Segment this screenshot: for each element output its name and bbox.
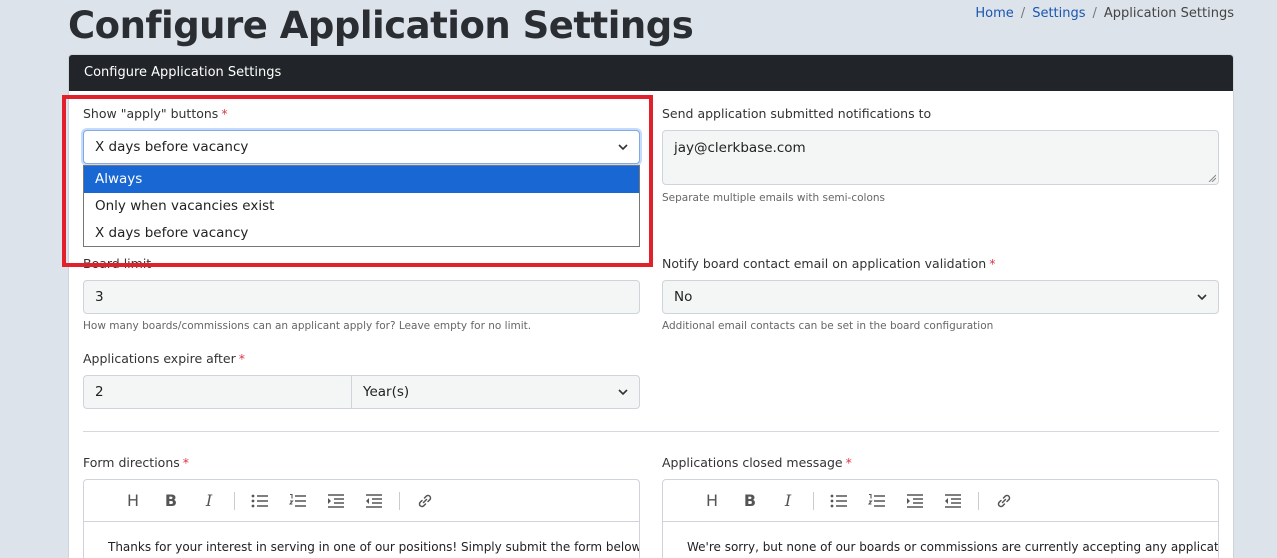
expire-number-value: 2 bbox=[95, 384, 104, 400]
breadcrumb-separator: / bbox=[1020, 6, 1026, 21]
editor-toolbar: H B I bbox=[663, 480, 1218, 522]
closed-message-content[interactable]: We're sorry, but none of our boards or c… bbox=[663, 522, 1218, 554]
section-divider bbox=[83, 431, 1219, 432]
italic-icon[interactable]: I bbox=[769, 488, 807, 514]
toolbar-divider bbox=[234, 491, 235, 510]
notify-board-value: No bbox=[674, 289, 693, 305]
show-apply-dropdown: Always Only when vacancies exist X days … bbox=[83, 165, 640, 247]
editor-toolbar: H B I bbox=[84, 480, 639, 522]
form-directions-editor: H B I Thanks for your interest in servin… bbox=[83, 479, 640, 558]
expire-number-input[interactable]: 2 bbox=[83, 375, 352, 409]
notify-to-help: Separate multiple emails with semi-colon… bbox=[662, 192, 886, 204]
notify-to-label: Send application submitted notifications… bbox=[662, 106, 932, 121]
outdent-icon[interactable] bbox=[934, 488, 972, 514]
required-marker: * bbox=[989, 256, 996, 271]
notify-board-label: Notify board contact email on applicatio… bbox=[662, 256, 996, 271]
breadcrumb-home[interactable]: Home bbox=[975, 6, 1013, 21]
show-apply-select[interactable]: X days before vacancy bbox=[83, 130, 640, 164]
option-always[interactable]: Always bbox=[84, 166, 639, 193]
board-limit-input[interactable]: 3 bbox=[83, 280, 640, 314]
expire-unit-value: Year(s) bbox=[363, 384, 410, 400]
breadcrumb: Home / Settings / Application Settings bbox=[975, 6, 1234, 21]
closed-message-editor: H B I We're sorry, but none of our board… bbox=[662, 479, 1219, 558]
link-icon[interactable] bbox=[985, 488, 1023, 514]
expire-input-group: 2 Year(s) bbox=[83, 375, 640, 409]
board-limit-value: 3 bbox=[95, 289, 104, 305]
notify-to-value: jay@clerkbase.com bbox=[674, 140, 806, 156]
card-header: Configure Application Settings bbox=[69, 55, 1233, 91]
page-title: Configure Application Settings bbox=[68, 4, 694, 47]
heading-icon[interactable]: H bbox=[693, 488, 731, 514]
required-marker: * bbox=[238, 351, 245, 366]
italic-icon[interactable]: I bbox=[190, 488, 228, 514]
show-apply-value: X days before vacancy bbox=[95, 139, 249, 155]
expire-label: Applications expire after * bbox=[83, 351, 245, 366]
breadcrumb-settings[interactable]: Settings bbox=[1032, 6, 1085, 21]
chevron-down-icon bbox=[618, 144, 628, 151]
toolbar-divider bbox=[399, 491, 400, 510]
form-directions-content[interactable]: Thanks for your interest in serving in o… bbox=[84, 522, 639, 554]
breadcrumb-separator: / bbox=[1092, 6, 1097, 21]
indent-icon[interactable] bbox=[317, 488, 355, 514]
notify-board-help: Additional email contacts can be set in … bbox=[662, 320, 994, 332]
notify-to-textarea[interactable]: jay@clerkbase.com bbox=[662, 130, 1219, 185]
heading-icon[interactable]: H bbox=[114, 488, 152, 514]
link-icon[interactable] bbox=[406, 488, 444, 514]
required-marker: * bbox=[221, 106, 228, 121]
toolbar-divider bbox=[978, 491, 979, 510]
notify-board-select[interactable]: No bbox=[662, 280, 1219, 314]
expire-unit-select[interactable]: Year(s) bbox=[352, 375, 640, 409]
breadcrumb-current: Application Settings bbox=[1103, 6, 1234, 21]
resize-handle-icon[interactable] bbox=[1208, 174, 1216, 182]
required-marker: * bbox=[845, 455, 852, 470]
outdent-icon[interactable] bbox=[355, 488, 393, 514]
indent-icon[interactable] bbox=[896, 488, 934, 514]
form-directions-label: Form directions * bbox=[83, 455, 190, 470]
option-only-when-vacancies[interactable]: Only when vacancies exist bbox=[84, 193, 639, 220]
board-limit-help: How many boards/commissions can an appli… bbox=[83, 320, 532, 332]
numbered-list-icon[interactable] bbox=[858, 488, 896, 514]
bold-icon[interactable]: B bbox=[152, 488, 190, 514]
bullet-list-icon[interactable] bbox=[241, 488, 279, 514]
toolbar-divider bbox=[813, 491, 814, 510]
numbered-list-icon[interactable] bbox=[279, 488, 317, 514]
required-marker: * bbox=[182, 455, 190, 470]
closed-message-label: Applications closed message * bbox=[662, 455, 852, 470]
bullet-list-icon[interactable] bbox=[820, 488, 858, 514]
board-limit-label: Board limit bbox=[83, 256, 152, 271]
show-apply-label: Show "apply" buttons * bbox=[83, 106, 228, 121]
chevron-down-icon bbox=[1197, 294, 1207, 301]
option-x-days-before[interactable]: X days before vacancy bbox=[84, 220, 639, 247]
bold-icon[interactable]: B bbox=[731, 488, 769, 514]
chevron-down-icon bbox=[618, 389, 628, 396]
